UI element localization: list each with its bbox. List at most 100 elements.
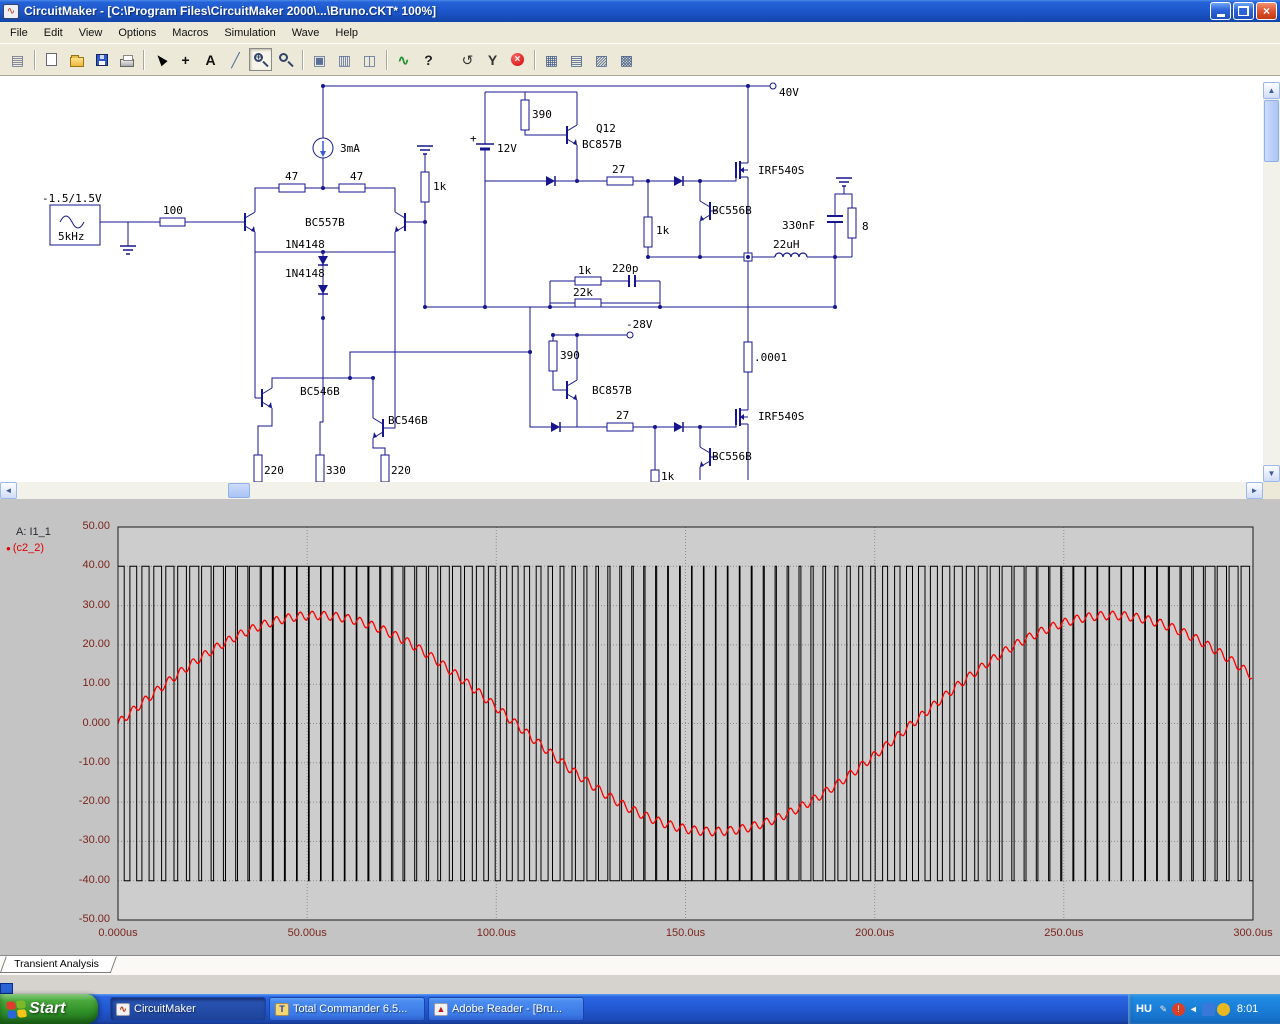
open-file-button[interactable] (65, 48, 88, 71)
x-axis-label: 200.0us (855, 927, 895, 939)
horizontal-scroll-thumb[interactable] (228, 483, 250, 498)
pen-icon[interactable]: ✎ (1157, 1003, 1170, 1016)
menu-wave[interactable]: Wave (284, 23, 328, 43)
menu-options[interactable]: Options (110, 23, 164, 43)
digital-analog-switch-icon: ∿ (397, 51, 410, 68)
component-label: 1N4148 (285, 267, 325, 280)
total-commander-icon: T (275, 1002, 289, 1016)
split-window-button[interactable]: ◫ (358, 48, 381, 71)
menu-macros[interactable]: Macros (164, 23, 216, 43)
waveform-plot[interactable] (0, 499, 1280, 955)
circuitmaker-window: ∿ CircuitMaker - [C:\Program Files\Circu… (0, 0, 1280, 1024)
wire-tool-button[interactable]: ╱ (224, 48, 247, 71)
trace-b-bullet-icon: ● (6, 544, 11, 553)
network-icon[interactable] (1201, 1002, 1215, 1016)
zoom-out-tool-button[interactable] (274, 48, 297, 71)
text-tool-button[interactable]: A (199, 48, 222, 71)
component-label: IRF540S (758, 164, 804, 177)
window-bottom-edge (0, 975, 1280, 994)
taskbar-button-total-commander-6-5[interactable]: T Total Commander 6.5... (269, 997, 425, 1021)
menu-file[interactable]: File (2, 23, 36, 43)
probe-tool-button[interactable]: Y (481, 48, 504, 71)
titlebar[interactable]: ∿ CircuitMaker - [C:\Program Files\Circu… (0, 0, 1280, 22)
stop-simulation-button[interactable] (506, 48, 529, 71)
component-label: 220 (264, 464, 284, 477)
scroll-up-button[interactable]: ▲ (1263, 82, 1280, 99)
scroll-down-button[interactable]: ▼ (1263, 465, 1280, 482)
menu-edit[interactable]: Edit (36, 23, 71, 43)
menu-view[interactable]: View (71, 23, 111, 43)
component-label: BC556B (712, 204, 752, 217)
refresh-view-icon: ▥ (337, 51, 352, 68)
waveform-window-a-icon: ▤ (569, 51, 584, 68)
trace-b-label[interactable]: ● (c2_2) (6, 542, 44, 554)
vertical-scroll-thumb[interactable] (1264, 100, 1279, 162)
component-label: 47 (350, 170, 363, 183)
menu-help[interactable]: Help (327, 23, 366, 43)
arrow-tool-button[interactable] (149, 48, 172, 71)
save-file-button[interactable] (90, 48, 113, 71)
reset-simulation-button[interactable]: ↺ (456, 48, 479, 71)
open-file-icon (69, 54, 84, 67)
scroll-right-button[interactable]: ► (1246, 482, 1263, 499)
menu-simulation[interactable]: Simulation (216, 23, 283, 43)
schematic-area[interactable]: 40V 3mA -1.5/1.5V 5kHz 100 47 47 BC557B 1N4148 1N… (0, 76, 1280, 482)
help-button[interactable]: ? (417, 48, 440, 71)
schematic-horizontal-scrollbar[interactable]: ◄ ► (0, 482, 1263, 499)
window-title: CircuitMaker - [C:\Program Files\Circuit… (24, 4, 437, 18)
probe-tool-icon: Y (487, 51, 498, 68)
restore-icon (1238, 6, 1249, 16)
scroll-left-button[interactable]: ◄ (0, 482, 17, 499)
y-axis-label: 40.00 (82, 559, 110, 572)
x-axis-label: 100.0us (476, 927, 516, 939)
clock-icon[interactable] (1216, 1002, 1230, 1016)
alert-icon[interactable]: ! (1171, 1002, 1185, 1016)
schematic-vertical-scrollbar[interactable]: ▲ ▼ (1263, 82, 1280, 482)
system-tray: HU ✎! ◄ 8:01 (1128, 994, 1280, 1024)
library-icon: ▤ (10, 51, 25, 68)
schematic-canvas[interactable]: 40V 3mA -1.5/1.5V 5kHz 100 47 47 BC557B 1N4148 1N… (0, 82, 1262, 482)
minimize-icon (1216, 13, 1225, 17)
restore-button[interactable] (1233, 2, 1254, 20)
taskbar-button-label: Total Commander 6.5... (293, 1003, 408, 1015)
waveform-window-a-button[interactable]: ▤ (565, 48, 588, 71)
component-label: BC857B (592, 384, 632, 397)
toolbar-separator (34, 49, 35, 70)
component-label: BC857B (582, 138, 622, 151)
volume-icon[interactable]: ◄ (1187, 1003, 1200, 1016)
waveform-window-c-button[interactable]: ▩ (615, 48, 638, 71)
start-button[interactable]: Start (0, 994, 98, 1024)
library-button[interactable]: ▤ (6, 48, 29, 71)
y-axis-label: -10.00 (78, 755, 110, 768)
print-button[interactable] (115, 48, 138, 71)
component-label: 100 (163, 204, 183, 217)
component-label: 1k (578, 264, 592, 277)
y-axis-label: 50.00 (82, 520, 110, 532)
language-indicator[interactable]: HU (1136, 1003, 1152, 1015)
minimize-button[interactable] (1210, 2, 1231, 20)
print-icon (119, 54, 134, 67)
digital-analog-switch-button[interactable]: ∿ (392, 48, 415, 71)
new-file-button[interactable] (40, 48, 63, 71)
x-axis-label: 50.00us (287, 927, 327, 939)
fit-page-button[interactable]: ▣ (308, 48, 331, 71)
close-button[interactable]: × (1256, 2, 1277, 20)
refresh-view-button[interactable]: ▥ (333, 48, 356, 71)
taskbar-button-adobe-reader-bru[interactable]: ▲ Adobe Reader - [Bru... (428, 997, 584, 1021)
y-axis-label: -40.00 (78, 873, 110, 886)
text-tool-icon: A (205, 51, 216, 68)
waveform-window-b-icon: ▨ (594, 51, 609, 68)
run-analyses-button[interactable]: ▦ (540, 48, 563, 71)
taskbar-button-circuitmaker[interactable]: ∿ CircuitMaker (110, 997, 266, 1021)
component-label: 22k (573, 286, 593, 299)
component-label: BC557B (305, 216, 345, 229)
help-icon: ? (424, 51, 433, 68)
component-label: 47 (285, 170, 298, 183)
place-part-tool-button[interactable]: + (174, 48, 197, 71)
taskbar-clock: 8:01 (1236, 1003, 1259, 1015)
zoom-in-tool-button[interactable] (249, 48, 272, 71)
waveform-window-b-button[interactable]: ▨ (590, 48, 613, 71)
app-icon: ∿ (3, 3, 19, 19)
tab-transient-analysis[interactable]: Transient Analysis (0, 956, 117, 973)
scrollbar-corner (1263, 482, 1280, 499)
